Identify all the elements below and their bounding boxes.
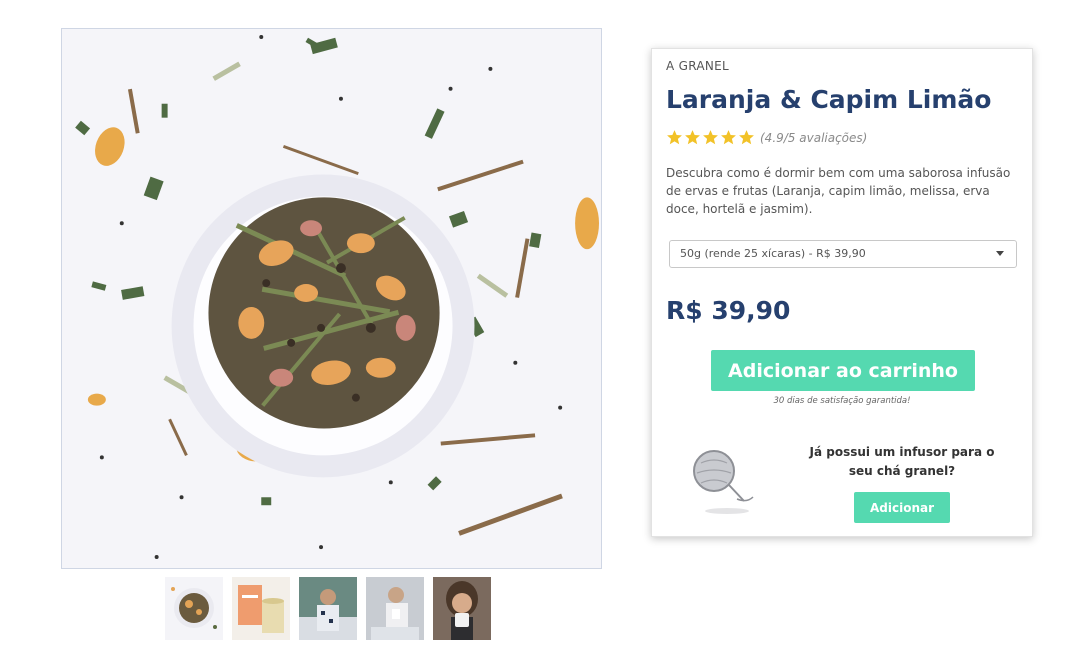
star-icon (703, 130, 718, 145)
thumbnail-strip (165, 577, 491, 640)
thumbnail-tea-package[interactable] (232, 577, 290, 640)
rating-text[interactable]: (4.9/5 avaliações) (760, 131, 867, 145)
variant-selected-value: 50g (rende 25 xícaras) - R$ 39,90 (680, 247, 866, 260)
add-to-cart-button[interactable]: Adicionar ao carrinho (711, 350, 975, 391)
product-title: Laranja & Capim Limão (666, 85, 992, 114)
product-description: Descubra como é dormir bem com uma sabor… (666, 166, 1011, 216)
thumbnail-tea-bowl[interactable] (165, 577, 223, 640)
product-info-card: A GRANEL Laranja & Capim Limão (4.9/5 av… (651, 48, 1033, 537)
star-icon (667, 130, 682, 145)
variant-select[interactable]: 50g (rende 25 xícaras) - R$ 39,90 (669, 240, 1017, 268)
chevron-down-icon (996, 251, 1004, 256)
satisfaction-guarantee: 30 dias de satisfação garantida! (773, 396, 911, 406)
tea-bowl-photo (62, 29, 601, 568)
rating-stars (666, 129, 755, 146)
product-category: A GRANEL (666, 59, 730, 73)
infuser-upsell-text: Já possui um infusor para o seu chá gran… (809, 445, 995, 478)
star-icon (721, 130, 736, 145)
thumbnail-woman-cup[interactable] (299, 577, 357, 640)
product-main-image[interactable] (61, 28, 602, 569)
add-infuser-button[interactable]: Adicionar (854, 492, 950, 523)
product-price: R$ 39,90 (666, 296, 791, 325)
thumbnail-woman-drinking[interactable] (433, 577, 491, 640)
star-icon (685, 130, 700, 145)
star-icon (739, 130, 754, 145)
thumbnail-woman-mug[interactable] (366, 577, 424, 640)
tea-infuser-icon (693, 450, 754, 514)
